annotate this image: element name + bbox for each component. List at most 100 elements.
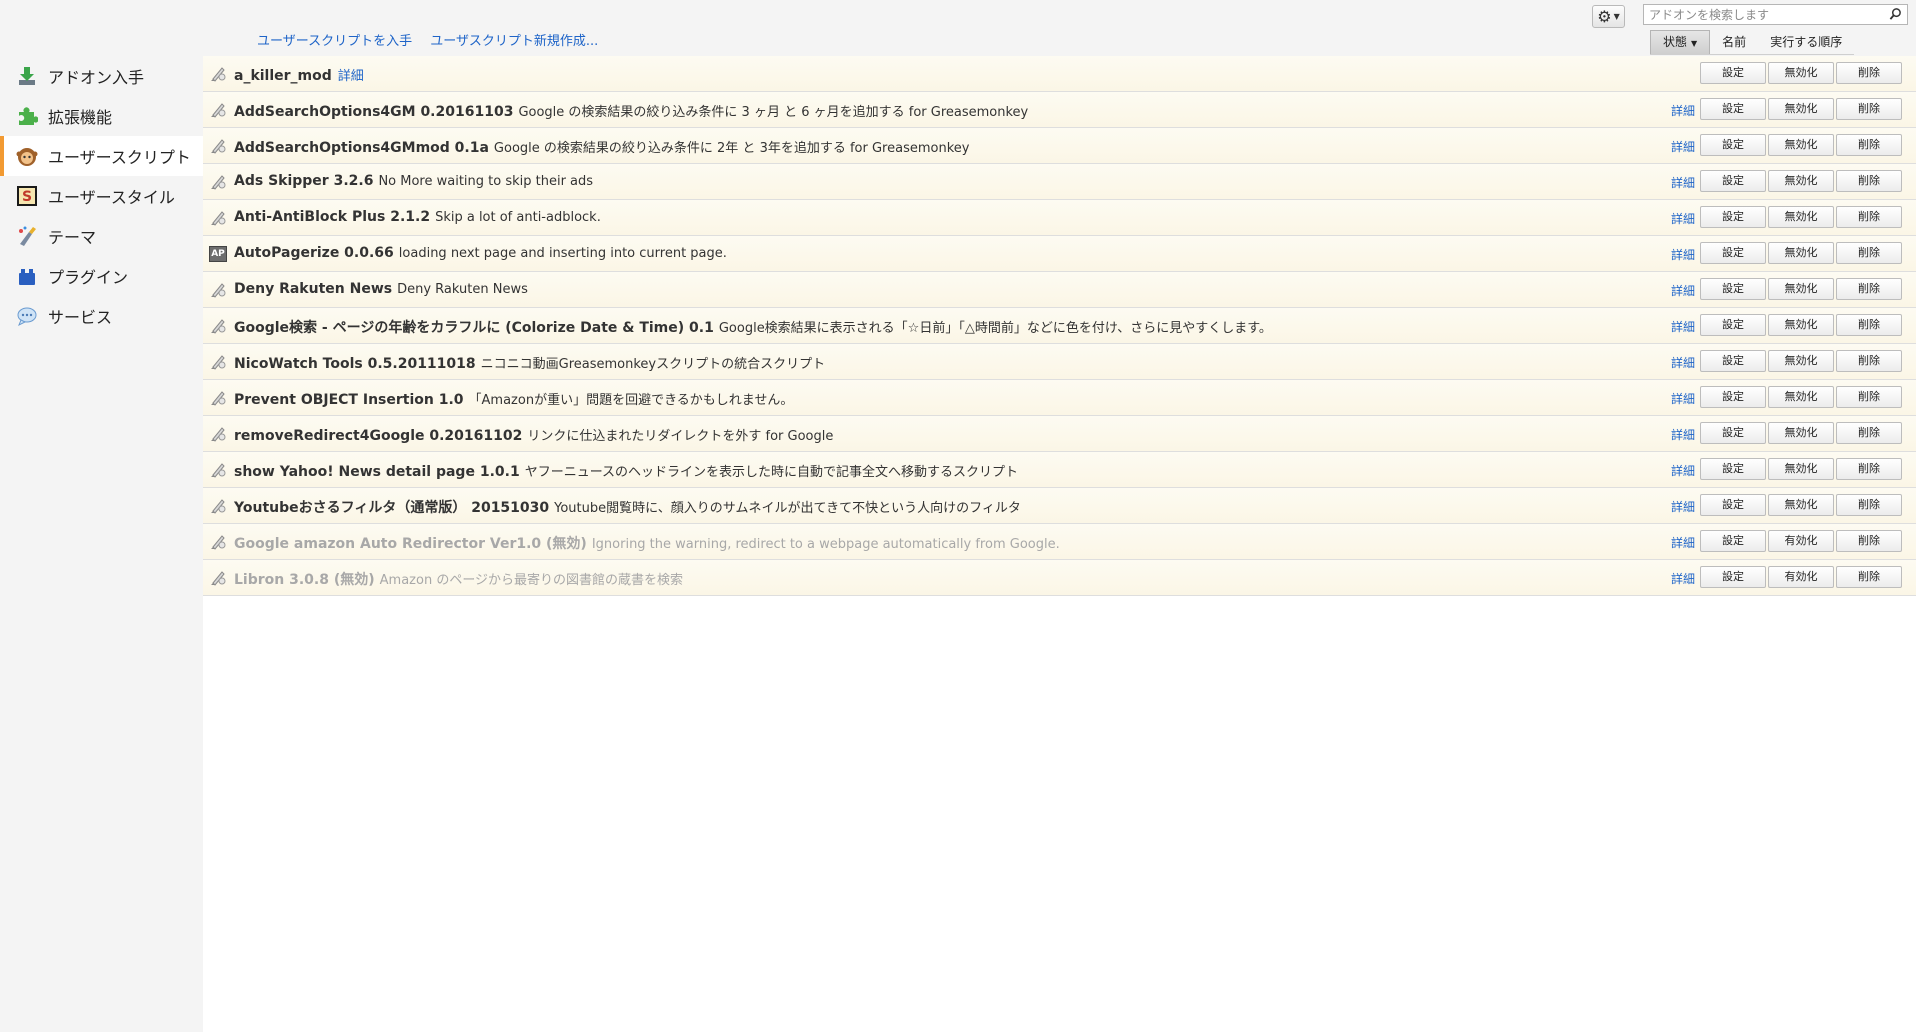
sidebar-item-userscripts[interactable]: ユーザースクリプト — [0, 136, 203, 176]
get-userscripts-link[interactable]: ユーザースクリプトを入手 — [257, 34, 412, 49]
row-buttons: 設定 無効化 削除 — [1700, 350, 1902, 372]
sidebar-item-themes[interactable]: テーマ — [0, 216, 203, 256]
script-title: Google検索 - ページの年齢をカラフルに (Colorize Date &… — [234, 317, 1272, 337]
sidebar-item-extensions[interactable]: 拡張機能 — [0, 96, 203, 136]
script-icon — [209, 137, 227, 155]
settings-button[interactable]: 設定 — [1700, 98, 1766, 120]
detail-link[interactable]: 詳細 — [1671, 462, 1695, 479]
remove-button[interactable]: 削除 — [1836, 422, 1902, 444]
settings-button[interactable]: 設定 — [1700, 278, 1766, 300]
disable-button[interactable]: 無効化 — [1768, 422, 1834, 444]
disable-button[interactable]: 無効化 — [1768, 206, 1834, 228]
list-item[interactable]: show Yahoo! News detail page 1.0.1 ヤフーニュー… — [203, 452, 1916, 488]
list-item[interactable]: AddSearchOptions4GM 0.20161103 Google の検索… — [203, 92, 1916, 128]
remove-button[interactable]: 削除 — [1836, 530, 1902, 552]
remove-button[interactable]: 削除 — [1836, 170, 1902, 192]
settings-button[interactable]: 設定 — [1700, 530, 1766, 552]
sort-by-state-button[interactable]: 状態 ▼ — [1650, 30, 1711, 54]
detail-link[interactable]: 詳細 — [1671, 570, 1695, 587]
enable-button[interactable]: 有効化 — [1768, 530, 1834, 552]
remove-button[interactable]: 削除 — [1836, 314, 1902, 336]
settings-button[interactable]: 設定 — [1700, 386, 1766, 408]
settings-button[interactable]: 設定 — [1700, 458, 1766, 480]
list-item[interactable]: Ads Skipper 3.2.6 No More waiting to skip… — [203, 164, 1916, 200]
list-item[interactable]: a_killer_mod 詳細 設定 無効化 削除 — [203, 56, 1916, 92]
sort-by-name-button[interactable]: 名前 — [1710, 30, 1758, 54]
list-item[interactable]: Prevent OBJECT Insertion 1.0 「Amazonが重い」問… — [203, 380, 1916, 416]
disable-button[interactable]: 無効化 — [1768, 98, 1834, 120]
search-input[interactable] — [1644, 5, 1884, 24]
list-item[interactable]: Anti-AntiBlock Plus 2.1.2 Skip a lot of a… — [203, 200, 1916, 236]
detail-link[interactable]: 詳細 — [1671, 282, 1695, 299]
detail-link[interactable]: 詳細 — [1671, 246, 1695, 263]
detail-link[interactable]: 詳細 — [1671, 426, 1695, 443]
detail-link[interactable]: 詳細 — [1671, 498, 1695, 515]
remove-button[interactable]: 削除 — [1836, 242, 1902, 264]
settings-button[interactable]: 設定 — [1700, 206, 1766, 228]
list-item[interactable]: removeRedirect4Google 0.20161102 リンクに仕込まれ… — [203, 416, 1916, 452]
script-title: NicoWatch Tools 0.5.20111018 ニコニコ動画Grease… — [234, 353, 825, 372]
disable-button[interactable]: 無効化 — [1768, 242, 1834, 264]
remove-button[interactable]: 削除 — [1836, 98, 1902, 120]
detail-link[interactable]: 詳細 — [1671, 102, 1695, 119]
list-item[interactable]: Google検索 - ページの年齢をカラフルに (Colorize Date &… — [203, 308, 1916, 344]
detail-link[interactable]: 詳細 — [1671, 138, 1695, 155]
detail-link[interactable]: 詳細 — [1671, 210, 1695, 227]
remove-button[interactable]: 削除 — [1836, 566, 1902, 588]
disable-button[interactable]: 無効化 — [1768, 278, 1834, 300]
list-item[interactable]: Youtubeおさるフィルタ（通常版） 20151030 Youtube閲覧時に、… — [203, 488, 1916, 524]
remove-button[interactable]: 削除 — [1836, 386, 1902, 408]
remove-button[interactable]: 削除 — [1836, 278, 1902, 300]
row-buttons: 設定 無効化 削除 — [1700, 170, 1902, 192]
detail-link[interactable]: 詳細 — [1671, 174, 1695, 191]
search-icon[interactable] — [1889, 7, 1902, 21]
sidebar-item-get-addons[interactable]: アドオン入手 — [0, 56, 203, 96]
settings-button[interactable]: 設定 — [1700, 314, 1766, 336]
detail-link[interactable]: 詳細 — [1671, 354, 1695, 371]
sort-by-order-button[interactable]: 実行する順序 — [1758, 30, 1854, 54]
settings-button[interactable]: 設定 — [1700, 62, 1766, 84]
settings-button[interactable]: 設定 — [1700, 422, 1766, 444]
script-description: Google の検索結果の絞り込み条件に 2年 と 3年を追加する for Gr… — [493, 141, 970, 156]
settings-button[interactable]: 設定 — [1700, 170, 1766, 192]
settings-button[interactable]: 設定 — [1700, 350, 1766, 372]
tools-menu-button[interactable]: ⚙ ▼ — [1592, 5, 1625, 28]
list-item[interactable]: Deny Rakuten News Deny Rakuten News 詳細 設定 無効… — [203, 272, 1916, 308]
disable-button[interactable]: 無効化 — [1768, 314, 1834, 336]
disable-button[interactable]: 無効化 — [1768, 350, 1834, 372]
disable-button[interactable]: 無効化 — [1768, 134, 1834, 156]
remove-button[interactable]: 削除 — [1836, 206, 1902, 228]
enable-button[interactable]: 有効化 — [1768, 566, 1834, 588]
settings-button[interactable]: 設定 — [1700, 242, 1766, 264]
disable-button[interactable]: 無効化 — [1768, 170, 1834, 192]
new-userscript-link[interactable]: ユーザスクリプト新規作成... — [430, 34, 598, 49]
sidebar-item-userstyles[interactable]: S ユーザースタイル — [0, 176, 203, 216]
remove-button[interactable]: 削除 — [1836, 494, 1902, 516]
disable-button[interactable]: 無効化 — [1768, 386, 1834, 408]
row-buttons: 設定 無効化 削除 — [1700, 458, 1902, 480]
list-item[interactable]: NicoWatch Tools 0.5.20111018 ニコニコ動画Grease… — [203, 344, 1916, 380]
detail-link[interactable]: 詳細 — [1671, 318, 1695, 335]
remove-button[interactable]: 削除 — [1836, 134, 1902, 156]
remove-button[interactable]: 削除 — [1836, 458, 1902, 480]
list-item[interactable]: Libron 3.0.8 (無効) Amazon のページから最寄りの図書館の蔵書… — [203, 560, 1916, 596]
settings-button[interactable]: 設定 — [1700, 494, 1766, 516]
toolbar: ユーザースクリプトを入手 ユーザスクリプト新規作成... ⚙ ▼ 状態▼ 名前 … — [0, 0, 1916, 56]
detail-link[interactable]: 詳細 — [1671, 390, 1695, 407]
detail-link[interactable]: 詳細 — [1671, 534, 1695, 551]
detail-link[interactable]: 詳細 — [338, 69, 364, 84]
disable-button[interactable]: 無効化 — [1768, 62, 1834, 84]
remove-button[interactable]: 削除 — [1836, 350, 1902, 372]
list-item[interactable]: AddSearchOptions4GMmod 0.1a Google の検索結果の… — [203, 128, 1916, 164]
remove-button[interactable]: 削除 — [1836, 62, 1902, 84]
script-name: AddSearchOptions4GMmod 0.1a — [234, 140, 489, 156]
sidebar-item-plugins[interactable]: プラグイン — [0, 256, 203, 296]
disable-button[interactable]: 無効化 — [1768, 458, 1834, 480]
settings-button[interactable]: 設定 — [1700, 566, 1766, 588]
list-item[interactable]: AP AutoPagerize 0.0.66 loading next page a… — [203, 236, 1916, 272]
list-item[interactable]: Google amazon Auto Redirector Ver1.0 (無効… — [203, 524, 1916, 560]
sidebar-item-label: プラグイン — [48, 268, 129, 287]
settings-button[interactable]: 設定 — [1700, 134, 1766, 156]
disable-button[interactable]: 無効化 — [1768, 494, 1834, 516]
sidebar-item-services[interactable]: サービス — [0, 296, 203, 336]
